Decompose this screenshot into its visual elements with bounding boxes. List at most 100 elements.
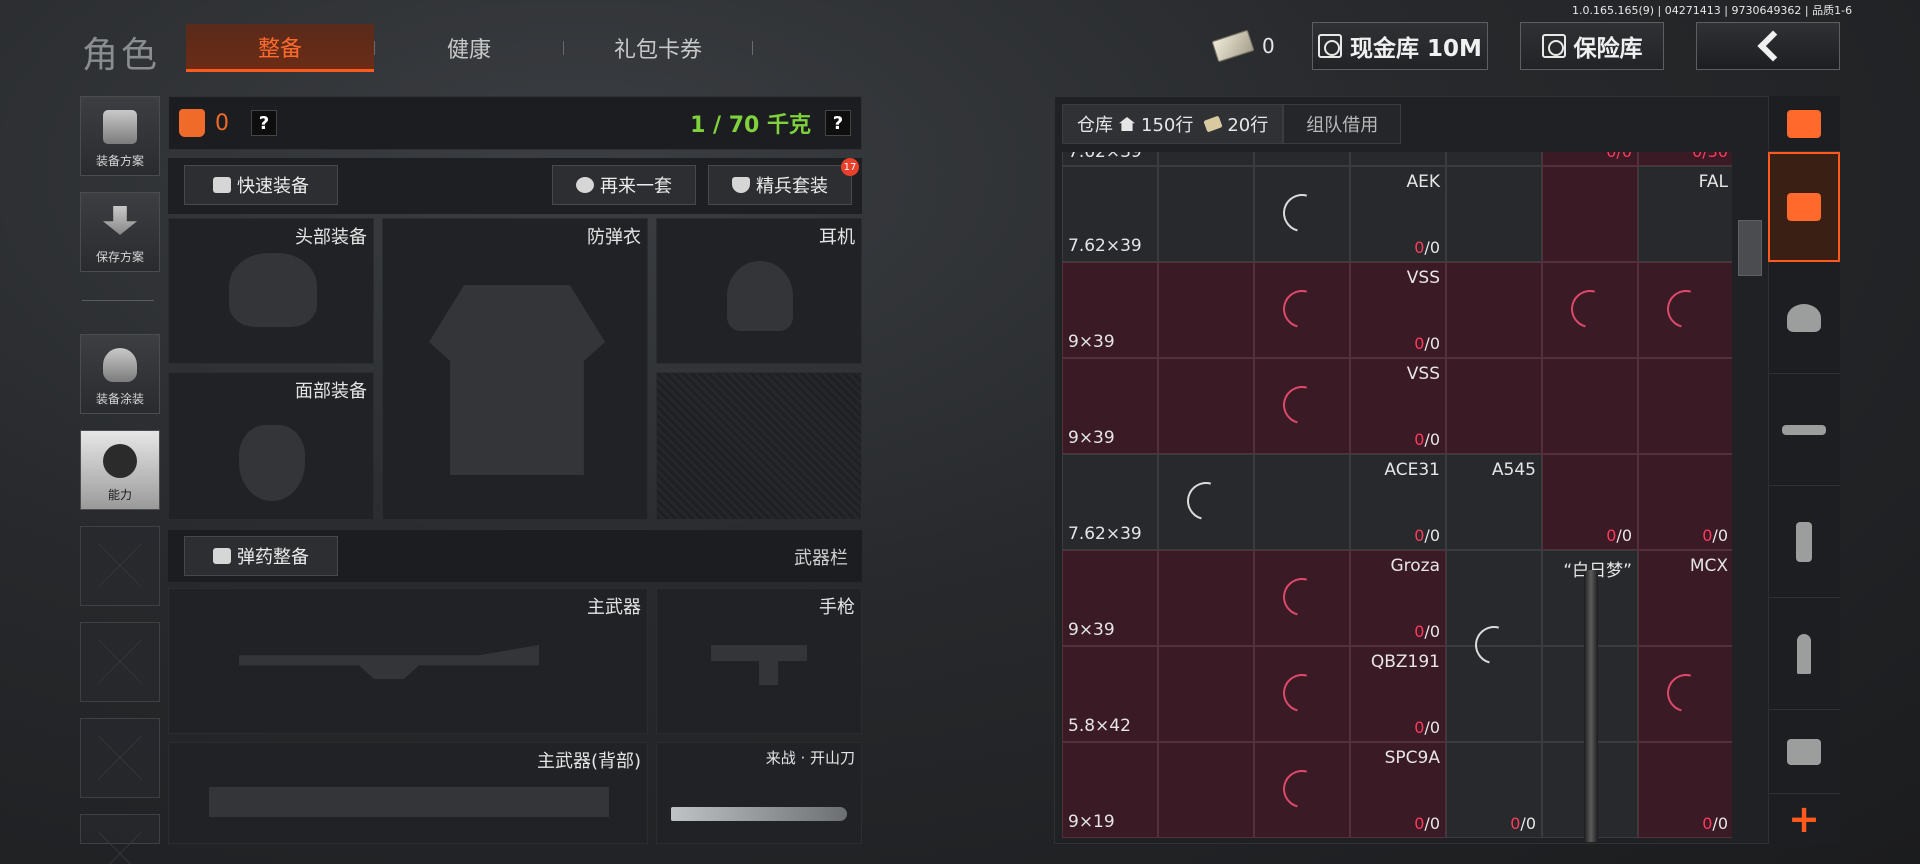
safe-icon — [1541, 34, 1566, 58]
category-ammo-button[interactable] — [1768, 598, 1840, 710]
ammo-count-current: 0 — [1606, 526, 1617, 545]
ammo-count-current: 0 — [1414, 238, 1425, 257]
tab-warehouse[interactable]: 仓库 150行 20行 — [1062, 104, 1284, 144]
grid-cell[interactable] — [1158, 646, 1254, 742]
warehouse-tabs: 仓库 150行 20行 组队借用 — [1062, 104, 1402, 144]
sight-icon — [1787, 738, 1821, 765]
insurance-vault-button[interactable]: 保险库 — [1520, 22, 1664, 70]
ammo-count-current: 0 — [1414, 430, 1425, 449]
tab-divider — [752, 41, 753, 55]
grid-cell[interactable] — [1254, 152, 1350, 166]
ammo-count-total: /0 — [1424, 718, 1440, 737]
grid-cell[interactable] — [1158, 550, 1254, 646]
ability-button[interactable]: 能力 — [80, 430, 160, 510]
armor-slot[interactable]: 防弹衣 — [382, 218, 648, 520]
grid-cell[interactable] — [1542, 166, 1638, 262]
back-button[interactable] — [1696, 22, 1840, 70]
warehouse-scrollbar[interactable] — [1738, 220, 1762, 276]
caliber-label: 7.62×39 — [1068, 524, 1142, 544]
ammo-count-total: /0 — [1424, 334, 1440, 353]
elite-set-label: 精兵套装 — [756, 176, 828, 197]
weapon-name: MCX — [1689, 556, 1728, 576]
pistol-slot[interactable]: 手枪 — [656, 588, 862, 734]
grid-cell[interactable] — [1158, 152, 1254, 166]
head-slot-label: 头部装备 — [295, 227, 367, 248]
face-slot[interactable]: 面部装备 — [168, 372, 374, 520]
ammo-icon — [213, 548, 231, 564]
ammo-count-current: 0 — [1414, 526, 1425, 545]
ammo-count: 0/0 — [1414, 430, 1440, 449]
weight-display: 1 / 70 千克 — [690, 113, 811, 138]
save-scheme-button[interactable]: 保存方案 — [80, 192, 160, 272]
locked-slot — [656, 372, 862, 520]
helmet-icon — [229, 253, 317, 327]
grid-cell[interactable] — [1158, 262, 1254, 358]
house-icon — [1119, 117, 1135, 131]
headset-slot[interactable]: 耳机 — [656, 218, 862, 364]
weapon-name: ACE31 — [1384, 460, 1440, 480]
ammo-count: 0/0 — [1414, 334, 1440, 353]
face-slot-label: 面部装备 — [295, 381, 367, 402]
storage-stack-icon — [1787, 193, 1821, 221]
grid-cell[interactable] — [1446, 262, 1542, 358]
pistol-icon — [711, 645, 807, 685]
grid-cell[interactable] — [1446, 358, 1542, 454]
ammo-count-current: 0 — [1414, 718, 1425, 737]
ammo-count-total: /0 — [1712, 526, 1728, 545]
headset-icon — [727, 261, 793, 331]
category-rifle-button[interactable] — [1768, 374, 1840, 486]
caliber-label: 9×19 — [1068, 812, 1115, 832]
cash-vault-label: 现金库 10M — [1350, 36, 1482, 62]
ammo-count-current: 0 — [1702, 814, 1713, 833]
cash-vault-button[interactable]: 现金库 10M — [1312, 22, 1488, 70]
category-all-button[interactable] — [1768, 96, 1840, 152]
ammo-count-current: 0 — [1510, 814, 1521, 833]
quick-equip-button[interactable]: 快速装备 — [184, 165, 338, 205]
empty-slot — [80, 622, 160, 702]
ammo-setup-label: 弹药整备 — [237, 547, 309, 568]
grid-cell[interactable] — [1158, 742, 1254, 838]
category-helmet-button[interactable] — [1768, 262, 1840, 374]
weight-help-icon[interactable]: ? — [825, 110, 851, 136]
back-weapon-slot[interactable]: 主武器(背部) — [168, 742, 648, 844]
add-category-button[interactable]: + — [1768, 794, 1840, 844]
elite-set-button[interactable]: 精兵套装 17 — [708, 158, 859, 205]
shirt-icon — [213, 177, 231, 193]
grid-cell[interactable] — [1446, 166, 1542, 262]
equip-paint-label: 装备涂装 — [95, 392, 144, 406]
warehouse-tab-label: 仓库 — [1077, 115, 1113, 136]
grid-cell[interactable] — [1158, 358, 1254, 454]
grid-cell[interactable] — [1542, 358, 1638, 454]
rail-divider — [82, 300, 154, 301]
back-weapon-label: 主武器(背部) — [536, 751, 641, 772]
tab-gift-cards[interactable]: 礼包卡券 — [564, 24, 752, 72]
help-icon[interactable]: ? — [251, 110, 277, 136]
ammo-count: 0/0 — [1414, 526, 1440, 545]
category-sight-button[interactable] — [1768, 710, 1840, 794]
ammo-setup-button[interactable]: 弹药整备 — [184, 536, 338, 576]
melee-slot[interactable]: 来战 · 开山刀 — [656, 742, 862, 844]
vest-count: 0 — [215, 110, 229, 136]
equip-paint-button[interactable]: 装备涂装 — [80, 334, 160, 414]
category-storage-button[interactable] — [1768, 152, 1840, 262]
grid-cell[interactable] — [1638, 358, 1732, 454]
grid-cell[interactable] — [1254, 454, 1350, 550]
tab-loadout[interactable]: 整备 — [186, 24, 374, 72]
grid-cell[interactable] — [1446, 152, 1542, 166]
primary-weapon-slot[interactable]: 主武器 — [168, 588, 648, 734]
grid-cell[interactable] — [1350, 152, 1446, 166]
ammo-count-current: 0 — [1414, 334, 1425, 353]
again-set-button[interactable]: 再来一套 — [552, 165, 696, 205]
tab-health[interactable]: 健康 — [375, 24, 563, 72]
shotgun-icon — [1584, 570, 1598, 842]
tab-team-borrow[interactable]: 组队借用 — [1283, 104, 1402, 144]
lightning-icon — [103, 444, 137, 478]
grid-cell[interactable] — [1158, 166, 1254, 262]
head-slot[interactable]: 头部装备 — [168, 218, 374, 364]
save-scheme-label: 保存方案 — [95, 250, 144, 264]
category-magazine-button[interactable] — [1768, 486, 1840, 598]
empty-slot — [80, 526, 160, 606]
ammo-count: 0/0 — [1702, 526, 1728, 545]
loadout-scheme-button[interactable]: 装备方案 — [80, 96, 160, 176]
warehouse-coupons: 20行 — [1227, 115, 1269, 136]
